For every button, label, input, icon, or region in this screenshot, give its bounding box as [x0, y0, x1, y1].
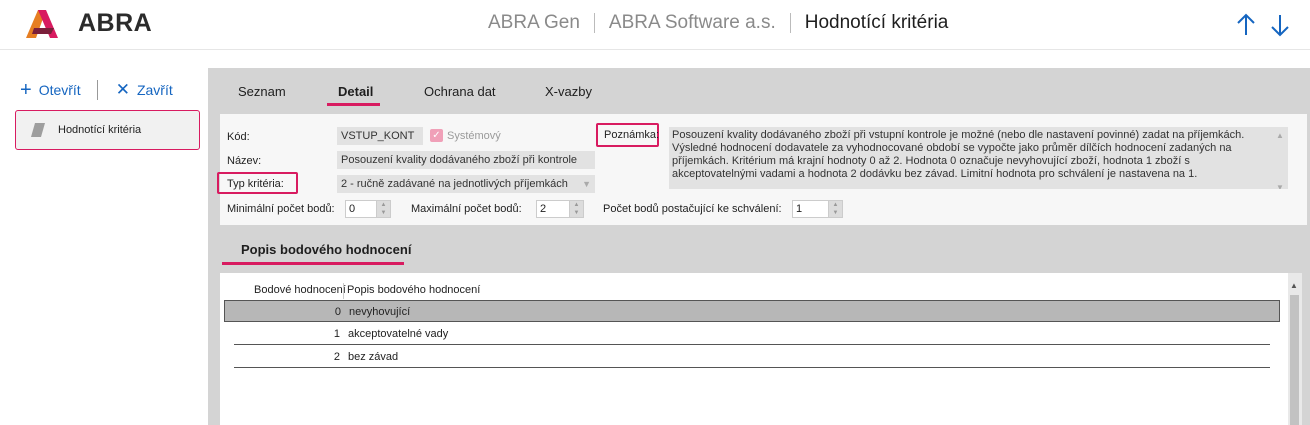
cell-points: 2: [333, 351, 340, 363]
spin-buttons[interactable]: ▲ ▼: [377, 200, 391, 218]
plus-icon: +: [20, 79, 32, 101]
typ-dropdown[interactable]: 2 - ručně zadávané na jednotlivých příje…: [337, 175, 595, 193]
poznamka-textarea[interactable]: Posouzení kvality dodávaného zboží při v…: [669, 127, 1288, 189]
typ-dropdown-value: 2 - ručně zadávané na jednotlivých příje…: [341, 178, 568, 190]
abra-logo: ABRA: [24, 6, 152, 40]
active-subtab-indicator: [222, 262, 404, 265]
min-points-label: Minimální počet bodů:: [227, 203, 335, 215]
checkbox-check-icon: ✓: [430, 129, 443, 142]
kod-label: Kód:: [227, 131, 250, 143]
table-row[interactable]: 2 bez závad: [234, 346, 1270, 368]
app-header: ABRA ABRA Gen ABRA Software a.s. Hodnotí…: [0, 0, 1310, 50]
left-toolbar: + Otevřít ✕ Zavřít: [20, 80, 173, 100]
chevron-down-icon: ▼: [582, 179, 591, 189]
arrow-down-icon[interactable]: [1268, 12, 1292, 38]
pass-points-stepper[interactable]: 1 ▲ ▼: [792, 200, 843, 218]
open-document-label: Hodnotící kritéria: [58, 124, 142, 136]
cell-description: akceptovatelné vady: [348, 328, 449, 340]
systemovy-checkbox[interactable]: ✓ Systémový: [430, 129, 501, 142]
arrow-up-icon[interactable]: [1234, 12, 1258, 38]
kod-field[interactable]: VSTUP_KONT: [337, 127, 423, 145]
cell-points: 1: [333, 328, 340, 340]
column-header-points[interactable]: Bodové hodnocení: [254, 284, 346, 296]
max-points-stepper[interactable]: 2 ▲ ▼: [536, 200, 584, 218]
active-tab-indicator: [327, 103, 380, 106]
breadcrumb-company: ABRA Software a.s.: [608, 12, 776, 33]
open-document-item[interactable]: Hodnotící kritéria: [15, 110, 200, 150]
points-grid: Bodové hodnocení Popis bodového hodnocen…: [220, 273, 1302, 425]
typ-label: Typ kritéria:: [227, 178, 284, 190]
column-separator[interactable]: [343, 283, 344, 299]
tab-popis-bodoveho-hodnoceni[interactable]: Popis bodového hodnocení: [241, 242, 411, 257]
nazev-label: Název:: [227, 155, 262, 167]
pass-points-value[interactable]: 1: [792, 200, 829, 218]
subtab-bar: Popis bodového hodnocení: [208, 234, 1310, 268]
tab-bar: Seznam Detail Ochrana dat X-vazby: [208, 68, 1310, 112]
pass-points-label: Počet bodů postačující ke schválení:: [603, 203, 782, 215]
cell-points: 0: [334, 306, 341, 318]
note-scrollbar[interactable]: ▲ ▼: [1274, 129, 1286, 189]
left-panel: + Otevřít ✕ Zavřít Hodnotící kritéria: [0, 50, 208, 425]
scroll-up-icon[interactable]: ▲: [1290, 281, 1298, 290]
nazev-field[interactable]: Posouzení kvality dodávaného zboží při k…: [337, 151, 595, 169]
detail-form: Kód: VSTUP_KONT ✓ Systémový Název: Posou…: [217, 114, 1307, 225]
tab-ochrana-dat[interactable]: Ochrana dat: [424, 84, 496, 99]
main-panel: Seznam Detail Ochrana dat X-vazby Kód: V…: [208, 68, 1310, 425]
column-header-description[interactable]: Popis bodového hodnocení: [347, 284, 480, 296]
open-button[interactable]: + Otevřít: [20, 79, 81, 101]
tab-detail[interactable]: Detail: [338, 84, 373, 99]
table-row[interactable]: 0 nevyhovující: [224, 300, 1280, 322]
grid-scrollbar[interactable]: ▲: [1288, 273, 1302, 425]
tab-seznam[interactable]: Seznam: [238, 84, 286, 99]
document-icon: [31, 123, 45, 137]
min-points-stepper[interactable]: 0 ▲ ▼: [345, 200, 391, 218]
toolbar-divider: [96, 80, 98, 100]
systemovy-label: Systémový: [447, 129, 501, 142]
breadcrumb-separator: [789, 13, 791, 33]
poznamka-label: Poznámka:: [604, 129, 660, 141]
scrollbar-thumb[interactable]: [1290, 295, 1299, 425]
tab-x-vazby[interactable]: X-vazby: [545, 84, 592, 99]
page-title: Hodnotící kritéria: [804, 12, 949, 33]
brand-name: ABRA: [78, 8, 153, 37]
spin-buttons[interactable]: ▲ ▼: [570, 200, 584, 218]
max-points-value[interactable]: 2: [536, 200, 570, 218]
breadcrumb: ABRA Gen ABRA Software a.s. Hodnotící kr…: [488, 12, 948, 34]
cell-description: nevyhovující: [349, 306, 411, 318]
cell-description: bez závad: [348, 351, 399, 363]
breadcrumb-company-db: ABRA Gen: [488, 12, 580, 33]
breadcrumb-separator: [593, 13, 595, 33]
close-button[interactable]: ✕ Zavřít: [115, 80, 173, 99]
close-button-label: Zavřít: [136, 82, 173, 98]
spin-buttons[interactable]: ▲ ▼: [829, 200, 843, 218]
max-points-label: Maximální počet bodů:: [411, 203, 522, 215]
close-x-icon: ✕: [115, 80, 130, 99]
table-row[interactable]: 1 akceptovatelné vady: [234, 323, 1270, 345]
abra-logo-icon: [26, 10, 58, 38]
min-points-value[interactable]: 0: [345, 200, 377, 218]
poznamka-text: Posouzení kvality dodávaného zboží při v…: [672, 129, 1245, 180]
open-button-label: Otevřít: [38, 82, 81, 98]
